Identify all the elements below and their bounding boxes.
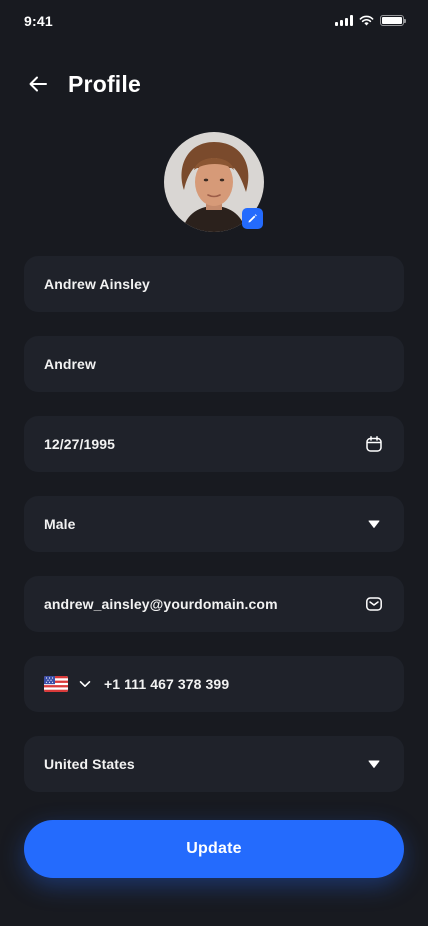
edit-avatar-button[interactable] bbox=[242, 208, 263, 229]
page-title: Profile bbox=[68, 70, 141, 97]
envelope-icon bbox=[364, 594, 384, 614]
status-time: 9:41 bbox=[24, 13, 53, 29]
email-value: andrew_ainsley@yourdomain.com bbox=[44, 596, 278, 612]
date-of-birth-field[interactable]: 12/27/1995 bbox=[24, 416, 404, 472]
phone-field[interactable]: +1 111 467 378 399 bbox=[24, 656, 404, 712]
battery-icon bbox=[380, 15, 406, 26]
phone-value: +1 111 467 378 399 bbox=[104, 676, 230, 692]
email-field[interactable]: andrew_ainsley@yourdomain.com bbox=[24, 576, 404, 632]
profile-screen: 9:41 Profile Andrew Ainsley Andrew 12/27… bbox=[0, 0, 428, 926]
status-icons bbox=[335, 15, 406, 26]
nickname-field[interactable]: Andrew bbox=[24, 336, 404, 392]
status-bar: 9:41 bbox=[0, 0, 428, 44]
calendar-icon[interactable] bbox=[364, 434, 384, 454]
avatar-container bbox=[164, 132, 264, 232]
back-button[interactable] bbox=[24, 70, 52, 98]
us-flag-icon[interactable] bbox=[44, 676, 68, 692]
signal-icon bbox=[335, 15, 353, 26]
wifi-icon bbox=[359, 15, 374, 26]
country-select[interactable]: United States bbox=[24, 736, 404, 792]
update-button[interactable]: Update bbox=[24, 820, 404, 878]
arrow-left-icon bbox=[29, 76, 47, 92]
caret-down-icon[interactable] bbox=[364, 514, 384, 534]
chevron-down-icon[interactable] bbox=[78, 677, 92, 691]
gender-value: Male bbox=[44, 516, 76, 532]
country-value: United States bbox=[44, 756, 135, 772]
gender-select[interactable]: Male bbox=[24, 496, 404, 552]
date-of-birth-value: 12/27/1995 bbox=[44, 436, 116, 452]
full-name-field[interactable]: Andrew Ainsley bbox=[24, 256, 404, 312]
caret-down-icon[interactable] bbox=[364, 754, 384, 774]
full-name-value: Andrew Ainsley bbox=[44, 276, 150, 292]
nickname-value: Andrew bbox=[44, 356, 96, 372]
header: Profile bbox=[24, 64, 141, 104]
pencil-icon bbox=[248, 214, 257, 223]
